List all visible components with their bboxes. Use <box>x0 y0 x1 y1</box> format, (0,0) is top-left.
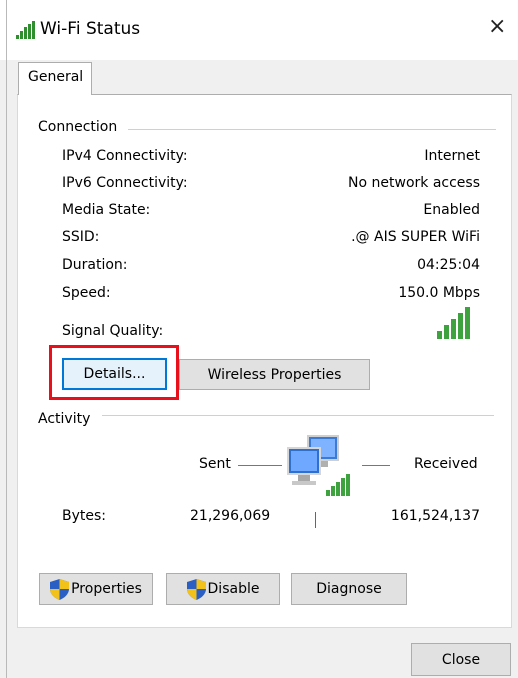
sent-label: Sent <box>199 456 231 472</box>
network-computers-icon <box>287 435 350 496</box>
tab-general[interactable]: General <box>18 62 92 95</box>
ssid-value: .@ AIS SUPER WiFi <box>351 229 480 245</box>
window-left-border <box>6 0 7 678</box>
title-bar: Wi-Fi Status × <box>0 0 518 60</box>
wireless-properties-button[interactable]: Wireless Properties <box>179 359 370 390</box>
activity-group-line <box>102 415 494 416</box>
uac-shield-icon <box>50 578 70 600</box>
disable-button-label: Disable <box>207 581 260 597</box>
speed-label: Speed: <box>62 285 111 301</box>
signal-quality-label: Signal Quality: <box>62 323 164 339</box>
tab-general-label: General <box>28 69 84 85</box>
received-label: Received <box>414 456 478 472</box>
ipv4-label: IPv4 Connectivity: <box>62 148 188 164</box>
activity-group-label: Activity <box>38 411 91 427</box>
wifi-signal-icon <box>16 21 35 39</box>
bytes-sent-value: 21,296,069 <box>190 508 271 524</box>
speed-value: 150.0 Mbps <box>398 285 480 301</box>
received-line <box>362 465 390 466</box>
media-state-value: Enabled <box>423 202 480 218</box>
signal-quality-bars-icon <box>437 307 470 339</box>
uac-shield-icon <box>186 578 206 600</box>
ssid-label: SSID: <box>62 229 100 245</box>
ipv6-label: IPv6 Connectivity: <box>62 175 188 191</box>
window-title: Wi-Fi Status <box>40 19 141 39</box>
details-button-highlight <box>49 345 179 400</box>
close-window-button[interactable]: × <box>488 16 506 38</box>
close-button[interactable]: Close <box>411 643 511 676</box>
duration-label: Duration: <box>62 257 128 273</box>
properties-button-label: Properties <box>71 581 142 597</box>
ipv4-value: Internet <box>424 148 480 164</box>
media-state-label: Media State: <box>62 202 151 218</box>
sent-line <box>238 465 282 466</box>
ipv6-value: No network access <box>348 175 480 191</box>
bytes-separator <box>315 512 316 528</box>
diagnose-button[interactable]: Diagnose <box>291 573 407 605</box>
bytes-label: Bytes: <box>62 508 107 524</box>
connection-group-label: Connection <box>38 119 118 135</box>
connection-group-line <box>128 129 496 130</box>
disable-button[interactable]: Disable <box>166 573 280 605</box>
bytes-received-value: 161,524,137 <box>390 508 480 524</box>
duration-value: 04:25:04 <box>417 257 480 273</box>
properties-button[interactable]: Properties <box>39 573 153 605</box>
